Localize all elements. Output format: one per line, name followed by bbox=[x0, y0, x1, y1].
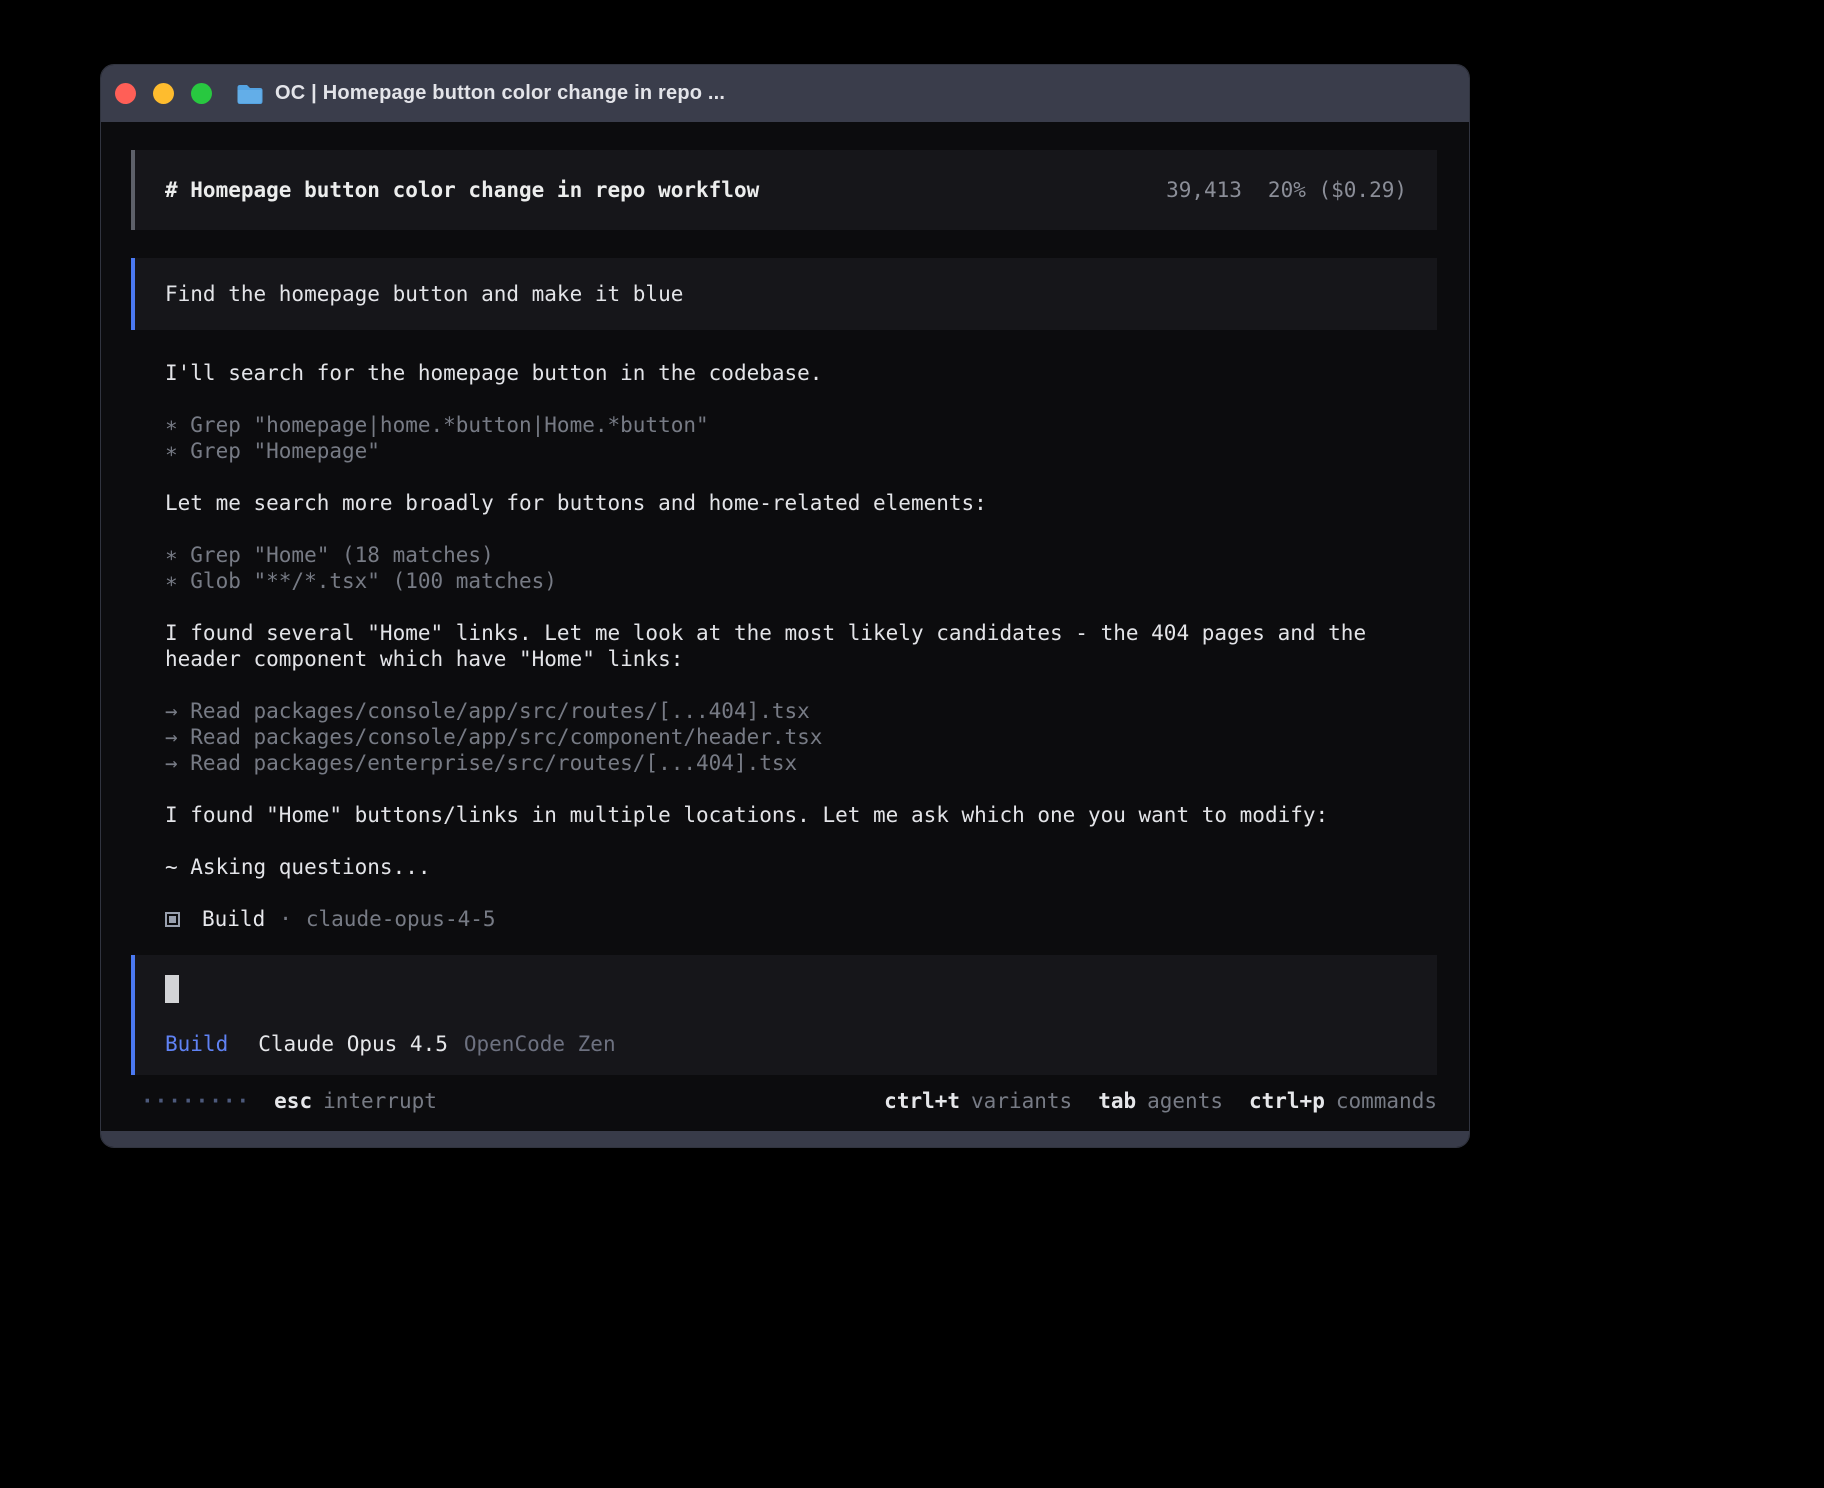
provider-label: OpenCode Zen bbox=[464, 1031, 616, 1057]
shortcut-label: agents bbox=[1147, 1089, 1223, 1113]
agent-status-row: Build · claude-opus-4-5 bbox=[165, 906, 1437, 932]
assistant-text-line: I found several "Home" links. Let me loo… bbox=[165, 620, 1437, 672]
user-message: Find the homepage button and make it blu… bbox=[131, 258, 1437, 330]
shortcut-key: ctrl+p bbox=[1249, 1089, 1325, 1113]
assistant-text-line: I'll search for the homepage button in t… bbox=[165, 360, 1437, 386]
shortcut-label: commands bbox=[1336, 1089, 1437, 1113]
prompt-input-area[interactable]: Build Claude Opus 4.5 OpenCode Zen bbox=[131, 955, 1437, 1075]
window-titlebar: OC | Homepage button color change in rep… bbox=[101, 65, 1469, 122]
terminal-content: # Homepage button color change in repo w… bbox=[101, 122, 1469, 1131]
status-bar: ········ esc interrupt ctrl+t variants ta… bbox=[131, 1087, 1437, 1115]
assistant-text-line: I found "Home" buttons/links in multiple… bbox=[165, 802, 1437, 828]
agent-model: claude-opus-4-5 bbox=[306, 906, 496, 932]
assistant-transcript: I'll search for the homepage button in t… bbox=[165, 360, 1437, 880]
zoom-button[interactable] bbox=[191, 83, 212, 104]
input-footer: Build Claude Opus 4.5 OpenCode Zen bbox=[165, 1031, 1407, 1057]
window-controls bbox=[115, 83, 212, 104]
status-bar-left: ········ esc interrupt bbox=[141, 1088, 437, 1114]
tool-call-glob: ∗ Glob "**/*.tsx" (100 matches) bbox=[165, 568, 1437, 594]
tool-call-grep: ∗ Grep "Home" (18 matches) bbox=[165, 542, 1437, 568]
esc-key: esc bbox=[274, 1088, 312, 1114]
window-bottom-edge bbox=[101, 1131, 1469, 1147]
window-title: OC | Homepage button color change in rep… bbox=[275, 82, 725, 105]
agent-icon bbox=[165, 912, 180, 927]
status-bar-right: ctrl+t variants tab agents ctrl+p commands bbox=[858, 1088, 1437, 1114]
tool-call-grep: ∗ Grep "homepage|home.*button|Home.*butt… bbox=[165, 412, 1437, 438]
session-stats: 39,413 20% ($0.29) bbox=[1166, 177, 1407, 203]
session-header: # Homepage button color change in repo w… bbox=[131, 150, 1437, 230]
terminal-window: OC | Homepage button color change in rep… bbox=[100, 64, 1470, 1148]
esc-label: interrupt bbox=[323, 1088, 437, 1114]
context-usage: 20% ($0.29) bbox=[1268, 177, 1407, 203]
model-label: Claude Opus 4.5 bbox=[258, 1031, 448, 1057]
session-title: # Homepage button color change in repo w… bbox=[165, 177, 759, 203]
shortcut-variants: ctrl+t variants bbox=[884, 1088, 1072, 1114]
shortcut-key: tab bbox=[1098, 1089, 1136, 1113]
agent-separator: · bbox=[279, 906, 292, 932]
spinner-dots-icon: ········ bbox=[141, 1088, 250, 1114]
token-count: 39,413 bbox=[1166, 177, 1242, 203]
shortcut-label: variants bbox=[971, 1089, 1072, 1113]
user-message-text: Find the homepage button and make it blu… bbox=[165, 281, 683, 307]
mode-label: Build bbox=[165, 1031, 228, 1057]
tool-call-read: → Read packages/enterprise/src/routes/[.… bbox=[165, 750, 1437, 776]
shortcut-key: ctrl+t bbox=[884, 1089, 960, 1113]
close-button[interactable] bbox=[115, 83, 136, 104]
minimize-button[interactable] bbox=[153, 83, 174, 104]
assistant-text-line: Let me search more broadly for buttons a… bbox=[165, 490, 1437, 516]
shortcut-commands: ctrl+p commands bbox=[1249, 1088, 1437, 1114]
agent-name: Build bbox=[202, 906, 265, 932]
shortcut-agents: tab agents bbox=[1098, 1088, 1223, 1114]
folder-icon bbox=[236, 83, 263, 104]
assistant-status-line: ~ Asking questions... bbox=[165, 854, 1437, 880]
tool-call-grep: ∗ Grep "Homepage" bbox=[165, 438, 1437, 464]
tool-call-read: → Read packages/console/app/src/routes/[… bbox=[165, 698, 1437, 724]
text-cursor bbox=[165, 975, 179, 1003]
tool-call-read: → Read packages/console/app/src/componen… bbox=[165, 724, 1437, 750]
